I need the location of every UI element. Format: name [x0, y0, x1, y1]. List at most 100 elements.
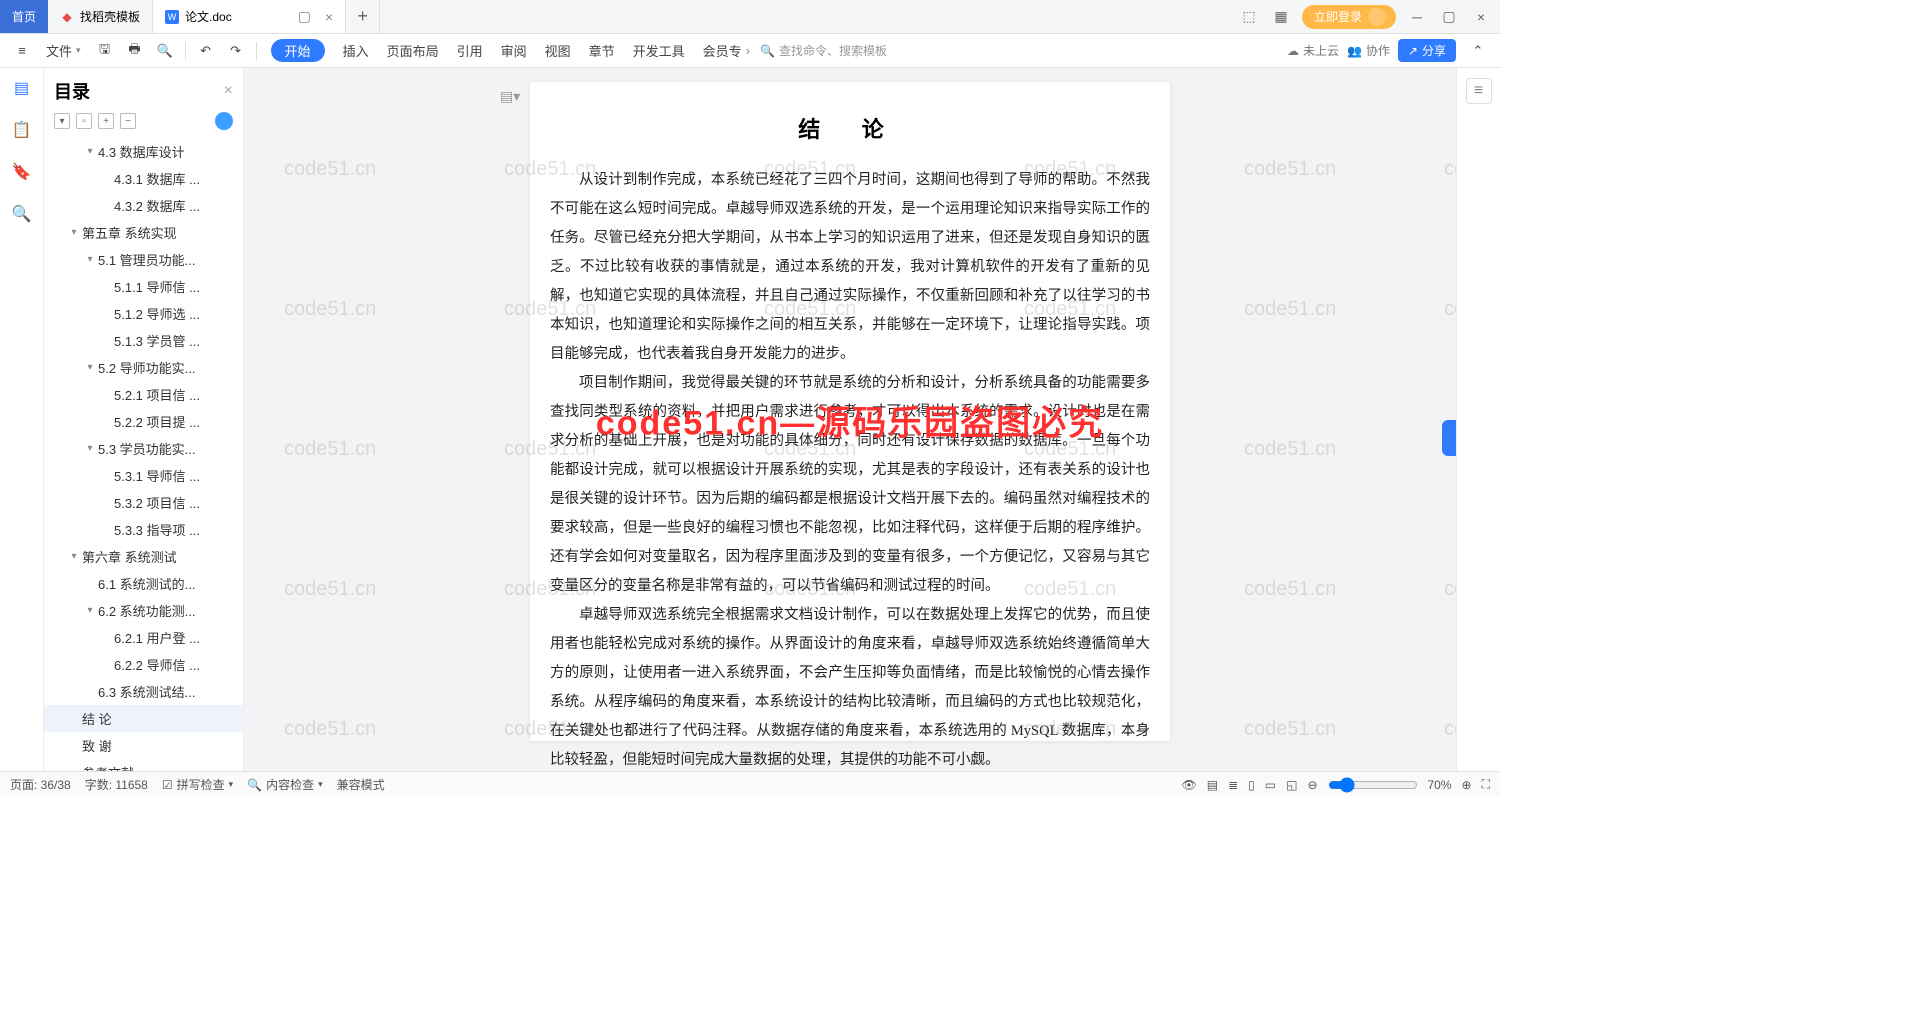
- toc-item[interactable]: ▾6.2 系统功能测...: [44, 597, 243, 624]
- collab-button[interactable]: 👥协作: [1347, 42, 1390, 59]
- watermark-light: code51.cn: [284, 578, 376, 601]
- toc-item[interactable]: 5.1.2 导师选 ...: [44, 300, 243, 327]
- watermark-light: code51.cn: [1244, 438, 1336, 461]
- share-icon: ↗: [1408, 44, 1418, 58]
- tab-devtools[interactable]: 开发工具: [625, 34, 693, 67]
- toc-label: 5.3.1 导师信 ...: [114, 466, 200, 485]
- toc-item[interactable]: 4.3.2 数据库 ...: [44, 192, 243, 219]
- zoom-fit-icon[interactable]: ◱: [1286, 778, 1297, 792]
- status-wordcount[interactable]: 字数: 11658: [85, 776, 148, 793]
- preview-icon[interactable]: 🔍: [151, 34, 179, 67]
- status-content-check[interactable]: 🔍内容检查▾: [247, 776, 323, 793]
- tab-home[interactable]: 首页: [0, 0, 48, 33]
- toc-item[interactable]: 6.2.1 用户登 ...: [44, 624, 243, 651]
- toc-item[interactable]: 6.2.2 导师信 ...: [44, 651, 243, 678]
- toc-item[interactable]: 4.3.1 数据库 ...: [44, 165, 243, 192]
- outline-box[interactable]: ▫: [76, 113, 92, 129]
- word-doc-icon: W: [165, 10, 179, 24]
- status-compat[interactable]: 兼容模式: [337, 776, 385, 793]
- document-viewport[interactable]: ▤▾ 结 论 从设计到制作完成，本系统已经花了三四个月时间，这期间也得到了导师的…: [244, 68, 1456, 771]
- toc-item[interactable]: ▾5.1 管理员功能...: [44, 246, 243, 273]
- toc-item[interactable]: ▾第五章 系统实现: [44, 219, 243, 246]
- toc-item[interactable]: 5.3.1 导师信 ...: [44, 462, 243, 489]
- toc-item[interactable]: 5.2.2 项目提 ...: [44, 408, 243, 435]
- tab-chapter[interactable]: 章节: [581, 34, 623, 67]
- redo-icon[interactable]: ↷: [222, 34, 250, 67]
- outline-chat-icon[interactable]: [215, 112, 233, 130]
- tab-review[interactable]: 审阅: [493, 34, 535, 67]
- tab-view[interactable]: 视图: [537, 34, 579, 67]
- hamburger-icon[interactable]: ≡: [8, 34, 36, 67]
- tab-close-icon[interactable]: ×: [325, 9, 333, 25]
- layout-icon[interactable]: ⬚: [1238, 6, 1260, 28]
- view-mode-eye-icon[interactable]: 👁: [1182, 778, 1197, 792]
- toc-label: 5.1.3 学员管 ...: [114, 331, 200, 350]
- toc-item[interactable]: 致 谢: [44, 732, 243, 759]
- toc-item[interactable]: 6.1 系统测试的...: [44, 570, 243, 597]
- tab-window-icon[interactable]: ▢: [298, 8, 311, 25]
- bookmark-icon[interactable]: 🔖: [10, 160, 34, 184]
- toc-item[interactable]: ▾4.3 数据库设计: [44, 138, 243, 165]
- file-menu[interactable]: 文件▾: [38, 34, 89, 67]
- outline-icon[interactable]: ▤: [10, 76, 34, 100]
- statusbar: 页面: 36/38 字数: 11658 ☑拼写检查▾ 🔍内容检查▾ 兼容模式 👁…: [0, 771, 1500, 797]
- status-page[interactable]: 页面: 36/38: [10, 776, 71, 793]
- toc-item[interactable]: 6.3 系统测试结...: [44, 678, 243, 705]
- toc-list[interactable]: ▾4.3 数据库设计 4.3.1 数据库 ... 4.3.2 数据库 ...▾第五章…: [44, 138, 243, 771]
- save-icon[interactable]: 🖫: [91, 34, 119, 67]
- status-spellcheck[interactable]: ☑拼写检查▾: [162, 776, 233, 793]
- print-icon[interactable]: 🖶: [121, 34, 149, 67]
- zoom-in[interactable]: ⊕: [1462, 778, 1472, 792]
- right-panel-toggle[interactable]: ≡: [1466, 78, 1492, 104]
- login-button[interactable]: 立即登录: [1302, 5, 1396, 29]
- toc-item[interactable]: 结 论: [44, 705, 243, 732]
- view-mode-web-icon[interactable]: ▭: [1265, 778, 1276, 792]
- main-area: ▤ 📋 🔖 🔍 目录 × ▾ ▫ + − ▾4.3 数据库设计4.3.1 数据库…: [0, 68, 1500, 771]
- zoom-value[interactable]: 70%: [1428, 778, 1452, 792]
- tab-start[interactable]: 开始: [263, 34, 333, 67]
- tab-document[interactable]: W 论文.doc ▢ ×: [153, 0, 346, 33]
- view-mode-page-icon[interactable]: ▯: [1248, 778, 1255, 792]
- share-button[interactable]: ↗分享: [1398, 39, 1456, 62]
- tab-reference[interactable]: 引用: [449, 34, 491, 67]
- window-minimize[interactable]: ─: [1406, 6, 1428, 28]
- new-tab-button[interactable]: +: [346, 0, 380, 33]
- toc-item[interactable]: 5.3.2 项目信 ...: [44, 489, 243, 516]
- toc-item[interactable]: 5.1.3 学员管 ...: [44, 327, 243, 354]
- toc-item[interactable]: 参考文献: [44, 759, 243, 771]
- toc-item[interactable]: ▾5.2 导师功能实...: [44, 354, 243, 381]
- document-page: ▤▾ 结 论 从设计到制作完成，本系统已经花了三四个月时间，这期间也得到了导师的…: [530, 82, 1170, 741]
- toc-label: 4.3.1 数据库 ...: [114, 169, 200, 188]
- toc-item[interactable]: 5.2.1 项目信 ...: [44, 381, 243, 408]
- toc-item[interactable]: ▾第六章 系统测试: [44, 543, 243, 570]
- fullscreen-icon[interactable]: ⛶: [1482, 777, 1490, 792]
- view-mode-outline-icon[interactable]: ≣: [1228, 778, 1238, 792]
- outline-close-icon[interactable]: ×: [224, 82, 233, 100]
- clipboard-icon[interactable]: 📋: [10, 118, 34, 142]
- toc-item[interactable]: ▾5.3 学员功能实...: [44, 435, 243, 462]
- zoom-slider[interactable]: [1328, 777, 1418, 793]
- tab-templates[interactable]: ◆ 找稻壳模板: [48, 0, 153, 33]
- tab-member[interactable]: 会员专›: [695, 34, 758, 67]
- titlebar: 首页 ◆ 找稻壳模板 W 论文.doc ▢ × + ⬚ ▦ 立即登录 ─ ▢ ×: [0, 0, 1500, 34]
- cloud-icon: ☁: [1287, 44, 1299, 58]
- find-icon[interactable]: 🔍: [10, 202, 34, 226]
- undo-icon[interactable]: ↶: [192, 34, 220, 67]
- view-mode-read-icon[interactable]: ▤: [1207, 778, 1218, 792]
- outline-remove[interactable]: −: [120, 113, 136, 129]
- page-tool-icon[interactable]: ▤▾: [500, 88, 520, 105]
- outline-collapse-all[interactable]: ▾: [54, 113, 70, 129]
- apps-icon[interactable]: ▦: [1270, 6, 1292, 28]
- collapse-ribbon-icon[interactable]: ⌃: [1464, 43, 1492, 59]
- tab-insert[interactable]: 插入: [335, 34, 377, 67]
- toc-item[interactable]: 5.1.1 导师信 ...: [44, 273, 243, 300]
- window-maximize[interactable]: ▢: [1438, 6, 1460, 28]
- toc-item[interactable]: 5.3.3 指导项 ...: [44, 516, 243, 543]
- side-drawer-handle[interactable]: [1442, 420, 1456, 456]
- command-search[interactable]: 🔍 查找命令、搜索模板: [760, 42, 887, 59]
- zoom-out[interactable]: ⊖: [1307, 778, 1317, 792]
- window-close[interactable]: ×: [1470, 6, 1492, 28]
- tab-layout[interactable]: 页面布局: [379, 34, 447, 67]
- cloud-status[interactable]: ☁未上云: [1287, 42, 1339, 59]
- outline-add[interactable]: +: [98, 113, 114, 129]
